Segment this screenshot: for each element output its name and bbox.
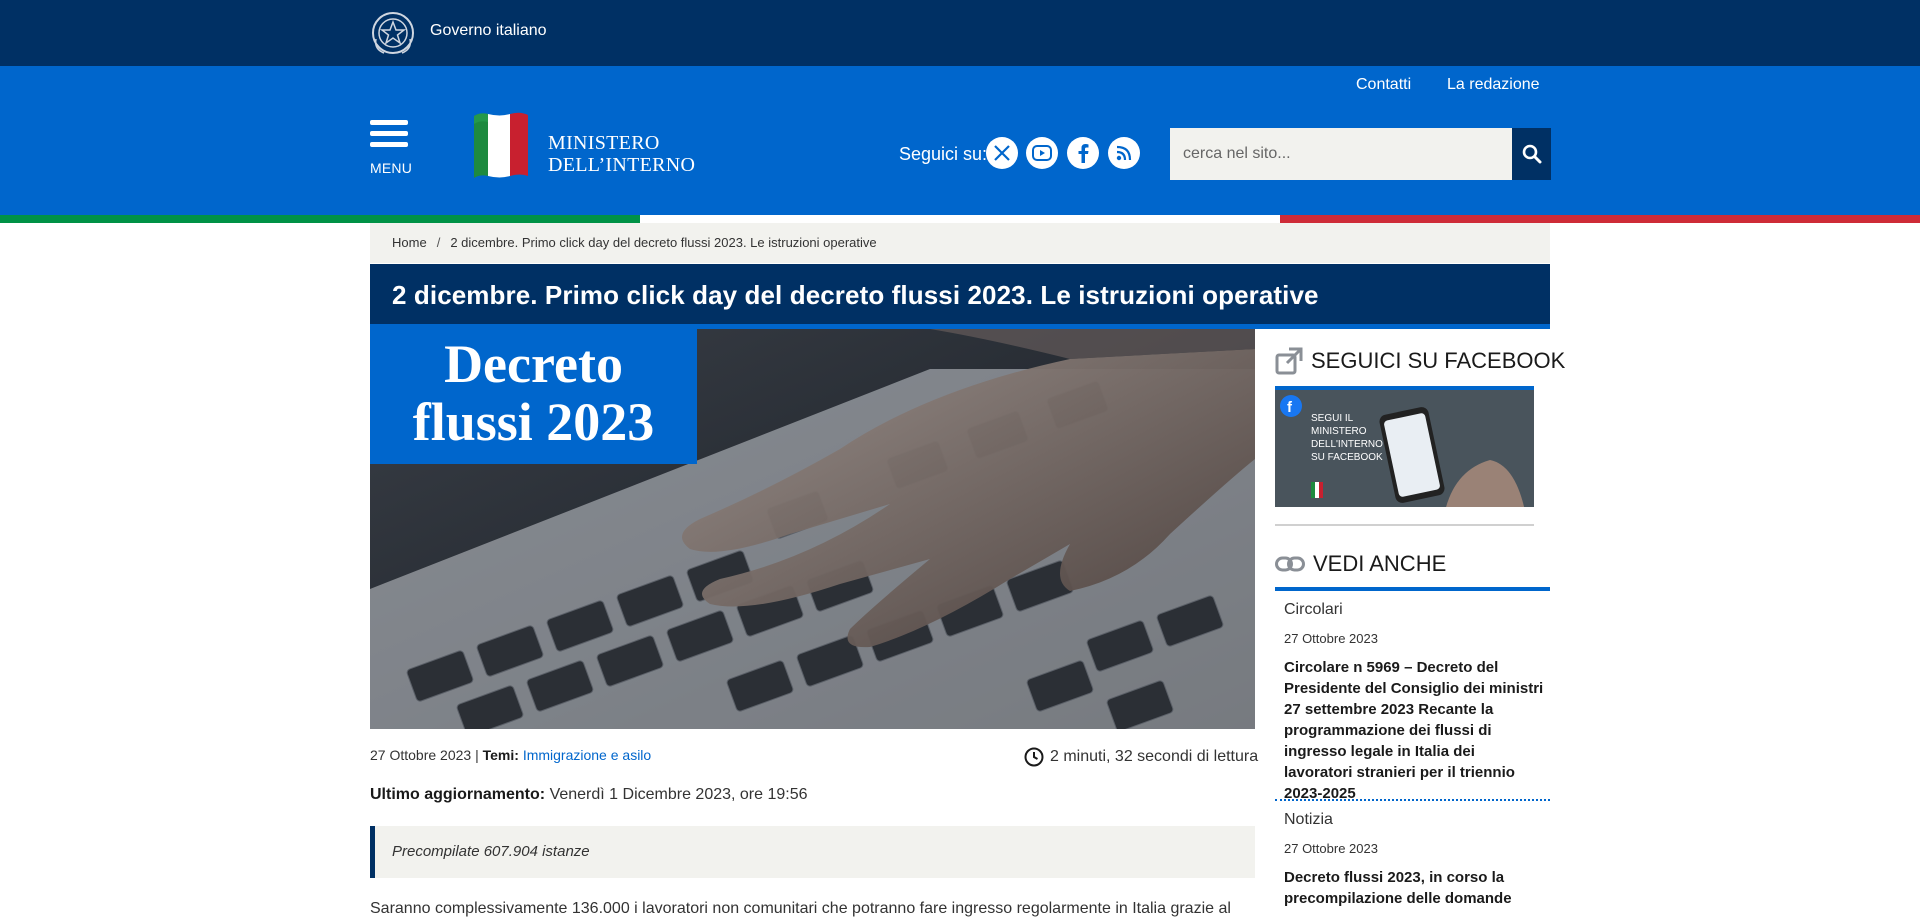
youtube-social-button[interactable]: [1026, 137, 1058, 169]
related-heading: VEDI ANCHE: [1275, 551, 1446, 577]
facebook-heading: SEGUICI SU FACEBOOK: [1275, 347, 1565, 375]
search-input[interactable]: [1170, 128, 1514, 180]
facebook-icon: [1078, 144, 1089, 163]
breadcrumb-home-link[interactable]: Home: [392, 235, 427, 250]
article-hero-image: Decreto flussi 2023: [370, 329, 1255, 729]
menu-label: MENU: [370, 160, 413, 176]
youtube-icon: [1032, 145, 1052, 161]
related-heading-underline: [1275, 587, 1550, 591]
tricolor-white: [640, 215, 1280, 223]
last-updated: Ultimo aggiornamento: Venerdì 1 Dicembre…: [370, 786, 808, 803]
related-title-link[interactable]: Circolare n 5969 – Decreto del President…: [1284, 657, 1546, 804]
theme-link[interactable]: Immigrazione e asilo: [523, 747, 651, 763]
ministry-logo-text: MINISTERO DELL’INTERNO: [548, 132, 696, 176]
la-redazione-link[interactable]: La redazione: [1447, 76, 1540, 94]
hero-caption: Decreto flussi 2023: [370, 329, 697, 464]
facebook-banner-text: SEGUI IL MINISTERO DELL'INTERNO SU FACEB…: [1311, 413, 1383, 463]
related-category: Notizia: [1284, 811, 1333, 828]
follow-us-label: Seguici su:: [899, 144, 988, 164]
main-header: Contatti La redazione MENU MINISTERO DEL…: [0, 66, 1920, 215]
breadcrumb-current: 2 dicembre. Primo click day del decreto …: [450, 235, 877, 250]
link-icon: [1275, 556, 1305, 572]
contatti-link[interactable]: Contatti: [1356, 76, 1411, 94]
reading-time: 2 minuti, 32 secondi di lettura: [1024, 747, 1258, 767]
clock-icon: [1024, 747, 1044, 767]
rss-icon: [1116, 145, 1132, 161]
related-title-link[interactable]: Decreto flussi 2023, in corso la precomp…: [1284, 867, 1546, 909]
related-category: Circolari: [1284, 601, 1343, 618]
governo-italiano-link[interactable]: Governo italiano: [430, 22, 547, 40]
external-link-icon: [1275, 347, 1303, 375]
x-icon: [994, 145, 1010, 161]
article-abstract: Precompilate 607.904 istanze: [370, 826, 1255, 878]
italian-emblem-icon: [372, 12, 414, 54]
rss-social-button[interactable]: [1108, 137, 1140, 169]
article-body: Saranno complessivamente 136.000 i lavor…: [370, 900, 1231, 917]
related-separator: [1275, 799, 1550, 801]
sidebar-divider: [1275, 524, 1534, 526]
article-meta: 27 Ottobre 2023 | Temi: Immigrazione e a…: [370, 747, 652, 763]
related-date: 27 Ottobre 2023: [1284, 841, 1378, 856]
search-icon: [1522, 144, 1541, 164]
x-social-button[interactable]: [986, 137, 1018, 169]
tricolor-green: [0, 215, 640, 223]
hamburger-icon: [370, 120, 408, 125]
search-button[interactable]: [1512, 128, 1551, 180]
government-bar: Governo italiano: [0, 0, 1920, 66]
facebook-social-button[interactable]: [1067, 137, 1099, 169]
tricolor-red: [1280, 215, 1920, 223]
article-date: 27 Ottobre 2023: [370, 747, 472, 763]
menu-button[interactable]: MENU: [370, 120, 413, 176]
italian-flag-logo-icon: [474, 112, 528, 178]
facebook-banner[interactable]: f SEGUI IL MINISTERO DELL'INTERNO SU FAC…: [1275, 386, 1534, 507]
breadcrumb: Home/2 dicembre. Primo click day del dec…: [370, 223, 1550, 263]
page-title: 2 dicembre. Primo click day del decreto …: [392, 280, 1319, 310]
article-title-bar: 2 dicembre. Primo click day del decreto …: [370, 264, 1550, 329]
related-date: 27 Ottobre 2023: [1284, 631, 1378, 646]
themes-label: Temi:: [482, 747, 519, 763]
